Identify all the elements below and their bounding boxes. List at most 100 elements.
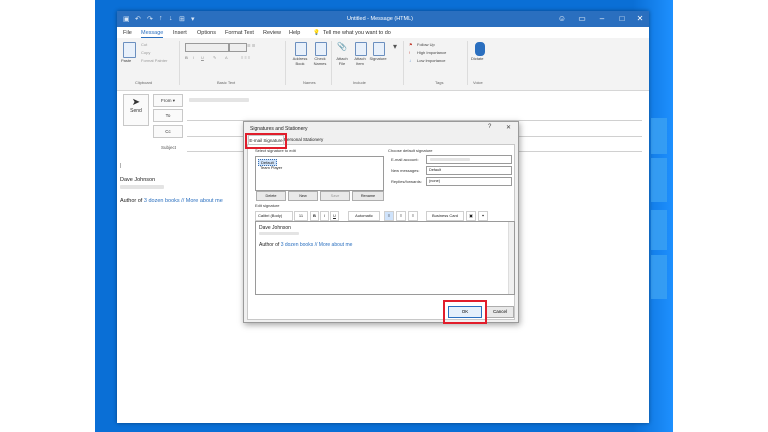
- help-button[interactable]: ?: [488, 124, 491, 130]
- menu-help[interactable]: Help: [289, 30, 300, 36]
- cancel-button[interactable]: Cancel: [486, 306, 514, 318]
- close-icon[interactable]: ✕: [635, 14, 645, 24]
- address-book-icon[interactable]: [295, 42, 307, 56]
- choose-default-label: Choose default signature: [388, 148, 433, 153]
- customize-icon[interactable]: ⊞: [179, 15, 185, 23]
- underline-button[interactable]: U: [201, 55, 204, 60]
- menu-file[interactable]: File: [123, 30, 132, 36]
- editor-scrollbar[interactable]: [508, 222, 514, 294]
- insert-link-icon[interactable]: ⚭: [478, 211, 488, 221]
- align-right-icon[interactable]: ≡: [408, 211, 418, 221]
- tab-personal-stationery[interactable]: Personal Stationery: [284, 135, 324, 144]
- highlight-email-signature-tab: [245, 133, 287, 149]
- paperclip-icon[interactable]: 📎: [337, 42, 347, 51]
- align-left-icon[interactable]: ≡: [384, 211, 394, 221]
- font-size-combo[interactable]: 11: [294, 211, 308, 221]
- save-button[interactable]: Save: [320, 191, 350, 201]
- low-importance-button[interactable]: Low Importance: [417, 58, 445, 63]
- editor-author-line: Author of 3 dozen books // More about me: [259, 242, 352, 248]
- send-label: Send: [130, 108, 142, 114]
- color-combo[interactable]: Automatic: [348, 211, 380, 221]
- signature-list[interactable]: Default Team Player: [255, 156, 384, 191]
- bold-button[interactable]: B: [185, 55, 188, 60]
- minimize-icon[interactable]: –: [597, 14, 607, 24]
- redo-icon[interactable]: ↷: [147, 15, 153, 23]
- menu-review[interactable]: Review: [263, 30, 281, 36]
- italic-button[interactable]: I: [193, 55, 194, 60]
- windows-logo-tile: [651, 118, 667, 154]
- business-card-button[interactable]: Business Card: [426, 211, 464, 221]
- replies-combo[interactable]: (none): [426, 177, 512, 186]
- rename-button[interactable]: Rename: [352, 191, 384, 201]
- font-combo[interactable]: Calibri (Body): [255, 211, 293, 221]
- email-account-combo[interactable]: [426, 155, 512, 164]
- font-name-combo[interactable]: [185, 43, 229, 52]
- maximize-icon[interactable]: □: [617, 14, 627, 24]
- menu-message[interactable]: Message: [141, 30, 164, 38]
- dropdown-icon[interactable]: ▾: [191, 15, 195, 23]
- dialog-close-icon[interactable]: ✕: [506, 124, 511, 131]
- menu-insert[interactable]: Insert: [173, 30, 187, 36]
- menu-options[interactable]: Options: [197, 30, 216, 36]
- high-importance-button[interactable]: High Importance: [417, 50, 446, 55]
- paste-button[interactable]: Paste: [121, 58, 131, 63]
- bold-button[interactable]: B: [310, 211, 319, 221]
- windows-logo-tile: [651, 210, 667, 250]
- signature-editor[interactable]: Dave Johnson Author of 3 dozen books // …: [255, 221, 515, 295]
- copy-button[interactable]: Copy: [141, 50, 150, 55]
- email-signature-panel: Select signature to edit Default Team Pl…: [247, 144, 515, 320]
- signature-button[interactable]: Signature: [367, 56, 389, 61]
- italic-button[interactable]: I: [320, 211, 329, 221]
- lightbulb-icon: 💡: [313, 30, 320, 36]
- underline-button[interactable]: U: [330, 211, 339, 221]
- check-names-button[interactable]: Check Names: [311, 56, 329, 66]
- format-painter-button[interactable]: Format Painter: [141, 58, 167, 63]
- delete-button[interactable]: Delete: [256, 191, 286, 201]
- paste-icon[interactable]: [123, 42, 136, 58]
- from-button[interactable]: From ▾: [153, 94, 183, 107]
- follow-up-button[interactable]: Follow Up: [417, 42, 435, 47]
- books-link[interactable]: 3 dozen books: [144, 198, 180, 204]
- list-item[interactable]: Team Player: [258, 165, 284, 170]
- windows-logo-tile: [651, 255, 667, 299]
- new-messages-combo[interactable]: Default: [426, 166, 512, 175]
- include-group-label: Include: [353, 80, 366, 85]
- up-arrow-icon[interactable]: ↑: [159, 15, 163, 22]
- email-account-value: [430, 158, 470, 161]
- down-arrow-icon[interactable]: ↓: [169, 15, 173, 22]
- address-book-button[interactable]: Address Book: [289, 56, 311, 66]
- editor-signature-contact: [259, 232, 299, 235]
- ribbon-display-icon[interactable]: ▭: [577, 14, 587, 24]
- attach-file-button[interactable]: Attach File: [333, 56, 351, 66]
- microphone-icon[interactable]: [475, 42, 485, 56]
- smiley-feedback-icon[interactable]: ☺: [557, 14, 567, 24]
- menu-format-text[interactable]: Format Text: [225, 30, 254, 36]
- save-icon[interactable]: ▣: [123, 15, 130, 23]
- align-icons[interactable]: ≡ ≡ ≡: [241, 55, 250, 60]
- from-address: [189, 98, 249, 102]
- signature-icon[interactable]: [373, 42, 385, 56]
- align-center-icon[interactable]: ≡: [396, 211, 406, 221]
- more-about-me-link[interactable]: More about me: [186, 198, 223, 204]
- font-size-combo[interactable]: [229, 43, 247, 52]
- cc-button[interactable]: Cc: [153, 125, 183, 138]
- cut-button[interactable]: Cut: [141, 42, 147, 47]
- new-button[interactable]: New: [288, 191, 318, 201]
- check-names-icon[interactable]: [315, 42, 327, 56]
- tell-me-search[interactable]: Tell me what you want to do: [323, 30, 391, 36]
- more-about-me-link[interactable]: More about me: [319, 242, 353, 248]
- send-button[interactable]: ➤ Send: [123, 94, 149, 126]
- dictate-button[interactable]: Dictate: [471, 56, 483, 61]
- more-include-icon[interactable]: ▾: [393, 42, 397, 51]
- books-link[interactable]: 3 dozen books: [281, 242, 314, 248]
- edit-signature-label: Edit signature: [255, 203, 280, 208]
- bullets-icon[interactable]: ☰ ☰: [247, 43, 255, 48]
- highlight-icon[interactable]: ✎: [213, 55, 216, 60]
- undo-icon[interactable]: ↶: [135, 15, 141, 23]
- from-label: From: [160, 98, 172, 103]
- dialog-title: Signatures and Stationery: [250, 126, 308, 132]
- to-button[interactable]: To: [153, 109, 183, 122]
- insert-picture-icon[interactable]: ▣: [466, 211, 476, 221]
- attach-item-icon[interactable]: [355, 42, 367, 56]
- font-color-icon[interactable]: A: [225, 55, 228, 60]
